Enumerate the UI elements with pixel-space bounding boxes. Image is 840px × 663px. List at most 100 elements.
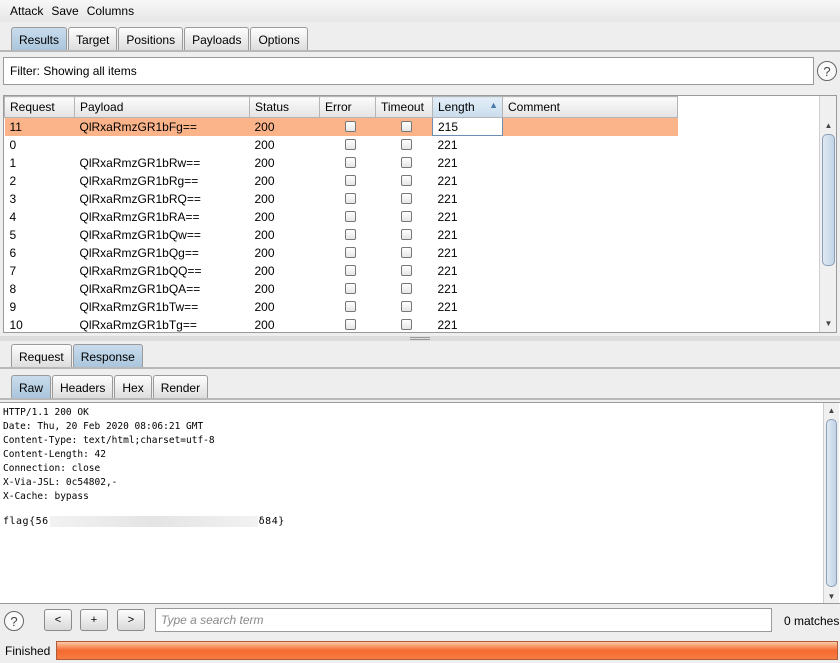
table-row[interactable]: 1 QlRxaRmzGR1bRw== 200 221 xyxy=(5,154,678,172)
response-line: X-Via-JSL: 0c54802,- xyxy=(3,477,118,488)
timeout-checkbox[interactable] xyxy=(401,175,412,186)
cell-comment[interactable] xyxy=(503,244,678,262)
cell-comment[interactable] xyxy=(503,262,678,280)
search-input[interactable] xyxy=(155,608,772,632)
col-comment[interactable]: Comment xyxy=(502,96,678,118)
tab-options[interactable]: Options xyxy=(250,27,308,51)
timeout-checkbox[interactable] xyxy=(401,193,412,204)
top-tabs: Results Target Positions Payloads Option… xyxy=(11,27,309,51)
next-button[interactable]: > xyxy=(117,609,145,631)
search-help-icon[interactable]: ? xyxy=(4,611,24,631)
cell-status: 200 xyxy=(254,263,275,278)
error-checkbox[interactable] xyxy=(344,229,356,240)
tab-payloads[interactable]: Payloads xyxy=(184,27,250,51)
col-status[interactable]: Status xyxy=(249,96,320,118)
menu-columns[interactable]: Columns xyxy=(87,4,134,18)
table-row[interactable]: 2 QlRxaRmzGR1bRg== 200 221 xyxy=(5,172,678,190)
add-button[interactable]: + xyxy=(80,609,108,631)
table-row[interactable]: 9 QlRxaRmzGR1bTw== 200 221 xyxy=(5,298,678,316)
scroll-up-icon[interactable]: ▲ xyxy=(820,118,836,132)
tab-request[interactable]: Request xyxy=(11,344,72,368)
tab-render[interactable]: Render xyxy=(152,375,209,399)
split-pane-divider[interactable] xyxy=(0,336,840,341)
tab-hex[interactable]: Hex xyxy=(114,375,152,399)
error-checkbox[interactable] xyxy=(344,175,356,186)
table-scrollbar[interactable]: ▲ ▼ xyxy=(819,96,836,332)
error-checkbox[interactable] xyxy=(344,157,356,168)
cell-payload: QlRxaRmzGR1bRA== xyxy=(79,209,200,224)
cell-status: 200 xyxy=(254,281,275,296)
error-checkbox[interactable] xyxy=(344,265,356,276)
menu-save[interactable]: Save xyxy=(51,4,78,18)
filter-bar[interactable]: Filter: Showing all items xyxy=(3,57,814,85)
cell-payload: QlRxaRmzGR1bRw== xyxy=(79,155,201,170)
drag-handle-icon[interactable] xyxy=(410,337,430,340)
cell-payload: QlRxaRmzGR1bRQ== xyxy=(79,191,201,206)
timeout-checkbox[interactable] xyxy=(401,283,412,294)
tab-raw[interactable]: Raw xyxy=(11,375,52,399)
timeout-checkbox[interactable] xyxy=(401,157,412,168)
cell-comment[interactable] xyxy=(503,316,678,333)
error-checkbox[interactable] xyxy=(344,193,356,204)
tab-positions[interactable]: Positions xyxy=(118,27,184,51)
timeout-checkbox[interactable] xyxy=(401,247,412,258)
table-row[interactable]: 4 QlRxaRmzGR1bRA== 200 221 xyxy=(5,208,678,226)
cell-comment[interactable] xyxy=(503,280,678,298)
table-row[interactable]: 11 QlRxaRmzGR1bFg== 200 215 xyxy=(4,117,678,136)
col-payload[interactable]: Payload xyxy=(74,96,250,118)
cell-error xyxy=(320,280,376,298)
cell-comment[interactable] xyxy=(503,190,678,208)
error-checkbox[interactable] xyxy=(344,139,356,150)
cell-comment[interactable] xyxy=(502,117,678,136)
menu-attack[interactable]: Attack xyxy=(10,4,43,18)
timeout-checkbox[interactable] xyxy=(401,265,412,276)
timeout-checkbox[interactable] xyxy=(401,301,412,312)
tab-headers[interactable]: Headers xyxy=(52,375,114,399)
table-row[interactable]: 5 QlRxaRmzGR1bQw== 200 221 xyxy=(5,226,678,244)
cell-timeout xyxy=(375,117,433,136)
cell-comment[interactable] xyxy=(503,226,678,244)
timeout-checkbox[interactable] xyxy=(401,211,412,222)
tab-results[interactable]: Results xyxy=(11,27,68,51)
table-row[interactable]: 6 QlRxaRmzGR1bQg== 200 221 xyxy=(5,244,678,262)
error-checkbox[interactable] xyxy=(344,301,356,312)
scroll-down-icon[interactable]: ▼ xyxy=(820,316,836,330)
table-row[interactable]: 3 QlRxaRmzGR1bRQ== 200 221 xyxy=(5,190,678,208)
error-checkbox[interactable] xyxy=(344,211,356,222)
cell-timeout xyxy=(376,244,433,262)
response-scroll-thumb[interactable] xyxy=(826,419,837,587)
previous-button[interactable]: < xyxy=(44,609,72,631)
response-body[interactable]: HTTP/1.1 200 OK Date: Thu, 20 Feb 2020 08… xyxy=(0,402,840,604)
scroll-up-icon[interactable]: ▲ xyxy=(824,403,839,417)
response-scrollbar[interactable]: ▲ ▼ xyxy=(823,403,839,603)
timeout-checkbox[interactable] xyxy=(401,229,412,240)
table-row[interactable]: 8 QlRxaRmzGR1bQA== 200 221 xyxy=(5,280,678,298)
table-row[interactable]: 7 QlRxaRmzGR1bQQ== 200 221 xyxy=(5,262,678,280)
error-checkbox[interactable] xyxy=(344,121,356,133)
error-checkbox[interactable] xyxy=(344,247,356,258)
col-length[interactable]: Length ▲ xyxy=(432,96,503,118)
timeout-checkbox[interactable] xyxy=(400,121,412,133)
col-request[interactable]: Request xyxy=(4,96,75,118)
table-scroll-thumb[interactable] xyxy=(822,134,835,266)
col-error[interactable]: Error xyxy=(319,96,376,118)
error-checkbox[interactable] xyxy=(344,283,356,294)
cell-request: 0 xyxy=(9,137,17,152)
cell-comment[interactable] xyxy=(503,136,678,154)
cell-comment[interactable] xyxy=(503,298,678,316)
results-table: Request Payload Status Error Timeout Len… xyxy=(3,95,837,333)
timeout-checkbox[interactable] xyxy=(401,319,412,330)
tab-target[interactable]: Target xyxy=(68,27,118,51)
scroll-down-icon[interactable]: ▼ xyxy=(824,589,839,603)
cell-comment[interactable] xyxy=(503,208,678,226)
help-icon[interactable]: ? xyxy=(817,61,837,81)
table-row[interactable]: 10 QlRxaRmzGR1bTg== 200 221 xyxy=(5,316,678,333)
cell-comment[interactable] xyxy=(503,154,678,172)
cell-comment[interactable] xyxy=(503,172,678,190)
error-checkbox[interactable] xyxy=(344,319,356,330)
timeout-checkbox[interactable] xyxy=(401,139,412,150)
table-row[interactable]: 0 200 221 xyxy=(5,136,678,154)
col-timeout[interactable]: Timeout xyxy=(375,96,433,118)
tab-response[interactable]: Response xyxy=(72,344,143,368)
cell-request: 11 xyxy=(4,117,75,136)
